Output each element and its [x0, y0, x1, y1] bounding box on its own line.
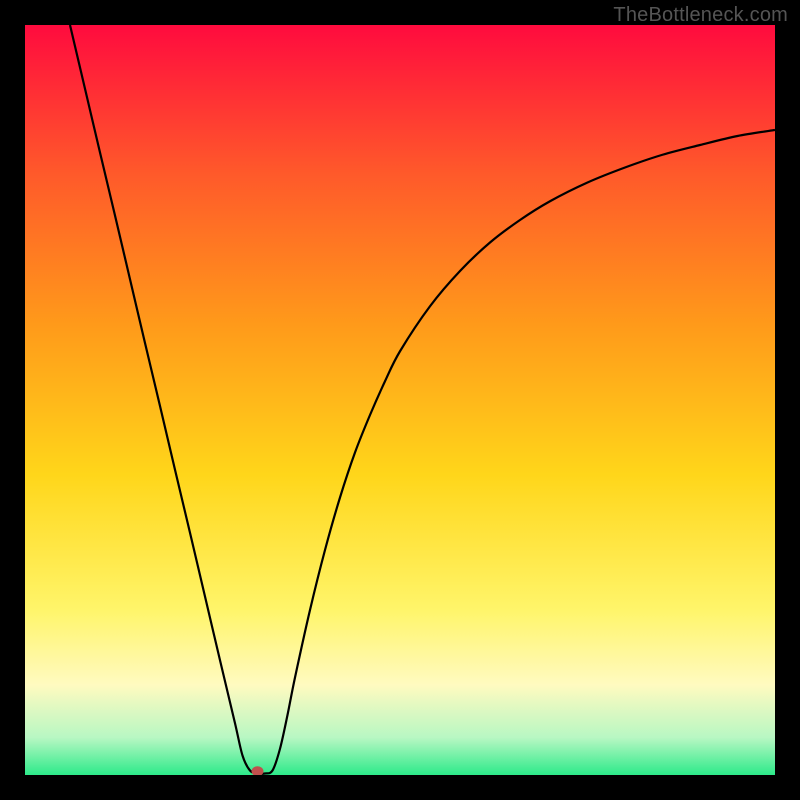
- plot-area: [25, 25, 775, 775]
- watermark-text: TheBottleneck.com: [613, 4, 788, 27]
- chart-frame: [25, 25, 775, 775]
- chart-svg: [25, 25, 775, 775]
- gradient-background: [25, 25, 775, 775]
